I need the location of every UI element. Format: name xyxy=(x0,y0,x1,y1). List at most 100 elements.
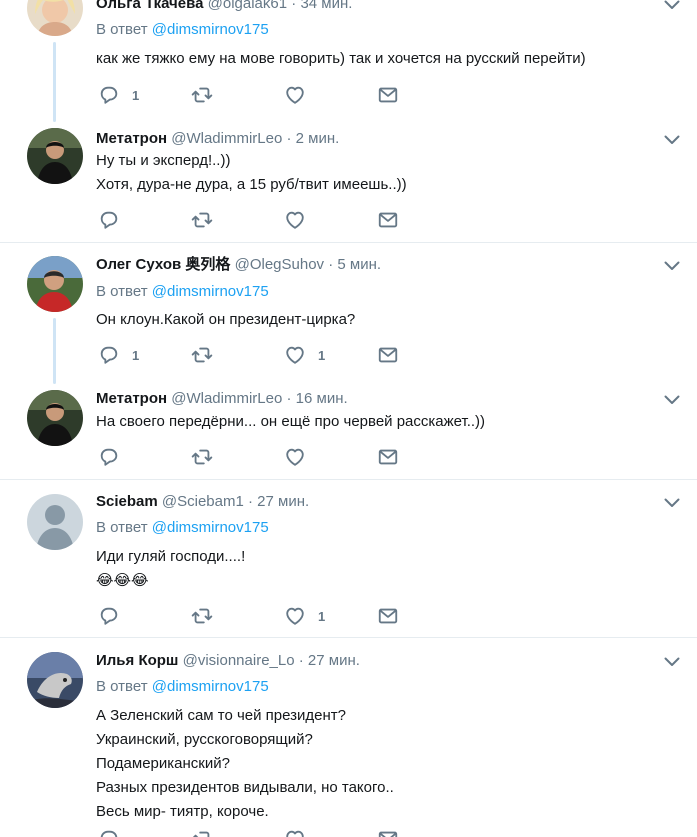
mention-link[interactable]: @dimsmirnov175 xyxy=(152,519,269,536)
timestamp[interactable]: 16 мин. xyxy=(296,390,348,407)
envelope-icon xyxy=(377,605,399,627)
envelope-icon xyxy=(377,209,399,231)
heart-icon xyxy=(284,209,306,231)
reply-to-line: В ответ @dimsmirnov175 xyxy=(96,519,269,537)
like-count: 1 xyxy=(318,347,326,363)
avatar[interactable] xyxy=(27,652,83,708)
mention-link[interactable]: @dimsmirnov175 xyxy=(152,678,269,695)
separator: · xyxy=(298,652,304,669)
reply-to-line: В ответ @dimsmirnov175 xyxy=(96,283,269,301)
avatar[interactable] xyxy=(27,390,83,446)
user-name[interactable]: Олег Сухов 奥列格 xyxy=(96,256,230,273)
reply-button[interactable]: 1 xyxy=(98,84,139,106)
retweet-icon xyxy=(191,209,213,231)
tweet-header: Олег Сухов 奥列格 @OlegSuhov · 5 мин. xyxy=(96,256,381,274)
reply-button[interactable] xyxy=(98,605,132,627)
retweet-button[interactable] xyxy=(191,84,225,106)
retweet-button[interactable] xyxy=(191,828,225,837)
like-button[interactable]: 1 xyxy=(284,344,325,366)
tweet-text: А Зеленский сам то чей президент? Украин… xyxy=(96,707,394,820)
retweet-button[interactable] xyxy=(191,209,225,231)
avatar[interactable] xyxy=(27,128,83,184)
timestamp[interactable]: 27 мин. xyxy=(257,493,309,510)
timestamp[interactable]: 5 мин. xyxy=(337,256,381,273)
heart-icon xyxy=(284,605,306,627)
mention-link[interactable]: @dimsmirnov175 xyxy=(152,21,269,38)
thread-line xyxy=(53,318,56,384)
reply-button[interactable] xyxy=(98,446,132,468)
tweet-text: Он клоун.Какой он президент-цирка? xyxy=(96,311,356,328)
chevron-down-icon[interactable] xyxy=(664,394,680,406)
chevron-down-icon[interactable] xyxy=(664,497,680,509)
user-name[interactable]: Sciebam xyxy=(96,493,158,510)
envelope-icon xyxy=(377,446,399,468)
reply-icon xyxy=(98,209,120,231)
avatar[interactable] xyxy=(27,494,83,550)
heart-icon xyxy=(284,446,306,468)
reply-prefix: В ответ xyxy=(96,678,148,695)
heart-icon xyxy=(284,84,306,106)
timestamp[interactable]: 2 мин. xyxy=(296,130,340,147)
user-handle[interactable]: @WladimmirLeo xyxy=(171,130,282,147)
tweet-feed: Ольга Ткачева @olgalak61 · 34 мин. В отв… xyxy=(0,0,697,837)
message-button[interactable] xyxy=(377,828,399,837)
tweet-header: Sciebam @Sciebam1 · 27 мин. xyxy=(96,493,309,511)
tweet-header: Ольга Ткачева @olgalak61 · 34 мин. xyxy=(96,0,352,13)
like-button[interactable] xyxy=(284,209,318,231)
message-button[interactable] xyxy=(377,84,399,106)
like-button[interactable]: 1 xyxy=(284,605,325,627)
envelope-icon xyxy=(377,828,399,837)
tweet-header: Метатрон @WladimmirLeo · 16 мин. xyxy=(96,390,348,408)
message-button[interactable] xyxy=(377,209,399,231)
chevron-down-icon[interactable] xyxy=(664,656,680,668)
chevron-down-icon[interactable] xyxy=(664,134,680,146)
message-button[interactable] xyxy=(377,344,399,366)
separator: · xyxy=(291,0,297,12)
tweet-header: Илья Корш @visionnaire_Lo · 27 мин. xyxy=(96,652,360,670)
like-button[interactable] xyxy=(284,84,318,106)
thread-line xyxy=(53,42,56,122)
reply-icon xyxy=(98,828,120,837)
envelope-icon xyxy=(377,84,399,106)
reply-icon xyxy=(98,344,120,366)
user-handle[interactable]: @visionnaire_Lo xyxy=(183,652,295,669)
mention-link[interactable]: @dimsmirnov175 xyxy=(152,283,269,300)
reply-prefix: В ответ xyxy=(96,283,148,300)
user-name[interactable]: Метатрон xyxy=(96,130,167,147)
message-button[interactable] xyxy=(377,605,399,627)
chevron-down-icon[interactable] xyxy=(664,0,680,11)
user-handle[interactable]: @olgalak61 xyxy=(208,0,287,12)
tweet-header: Метатрон @WladimmirLeo · 2 мин. xyxy=(96,130,339,148)
user-handle[interactable]: @Sciebam1 xyxy=(162,493,244,510)
user-handle[interactable]: @WladimmirLeo xyxy=(171,390,282,407)
user-handle[interactable]: @OlegSuhov xyxy=(235,256,324,273)
like-count: 1 xyxy=(318,608,326,624)
user-name[interactable]: Ольга Ткачева xyxy=(96,0,203,12)
avatar[interactable] xyxy=(27,256,83,312)
reply-button[interactable]: 1 xyxy=(98,344,139,366)
reply-to-line: В ответ @dimsmirnov175 xyxy=(96,21,269,39)
avatar[interactable] xyxy=(27,0,83,36)
heart-icon xyxy=(284,828,306,837)
separator: · xyxy=(286,390,292,407)
retweet-icon xyxy=(191,344,213,366)
chevron-down-icon[interactable] xyxy=(664,260,680,272)
timestamp[interactable]: 27 мин. xyxy=(308,652,360,669)
tweet-text: На своего передёрни... он ещё про червей… xyxy=(96,413,486,430)
reply-button[interactable] xyxy=(98,828,132,837)
like-button[interactable] xyxy=(284,828,318,837)
reply-button[interactable] xyxy=(98,209,132,231)
timestamp[interactable]: 34 мин. xyxy=(300,0,352,12)
retweet-button[interactable] xyxy=(191,605,225,627)
retweet-button[interactable] xyxy=(191,446,225,468)
reply-icon xyxy=(98,84,120,106)
user-name[interactable]: Метатрон xyxy=(96,390,167,407)
retweet-icon xyxy=(191,446,213,468)
retweet-button[interactable] xyxy=(191,344,225,366)
divider xyxy=(0,637,697,638)
like-button[interactable] xyxy=(284,446,318,468)
message-button[interactable] xyxy=(377,446,399,468)
heart-icon xyxy=(284,344,306,366)
user-name[interactable]: Илья Корш xyxy=(96,652,178,669)
reply-icon xyxy=(98,446,120,468)
